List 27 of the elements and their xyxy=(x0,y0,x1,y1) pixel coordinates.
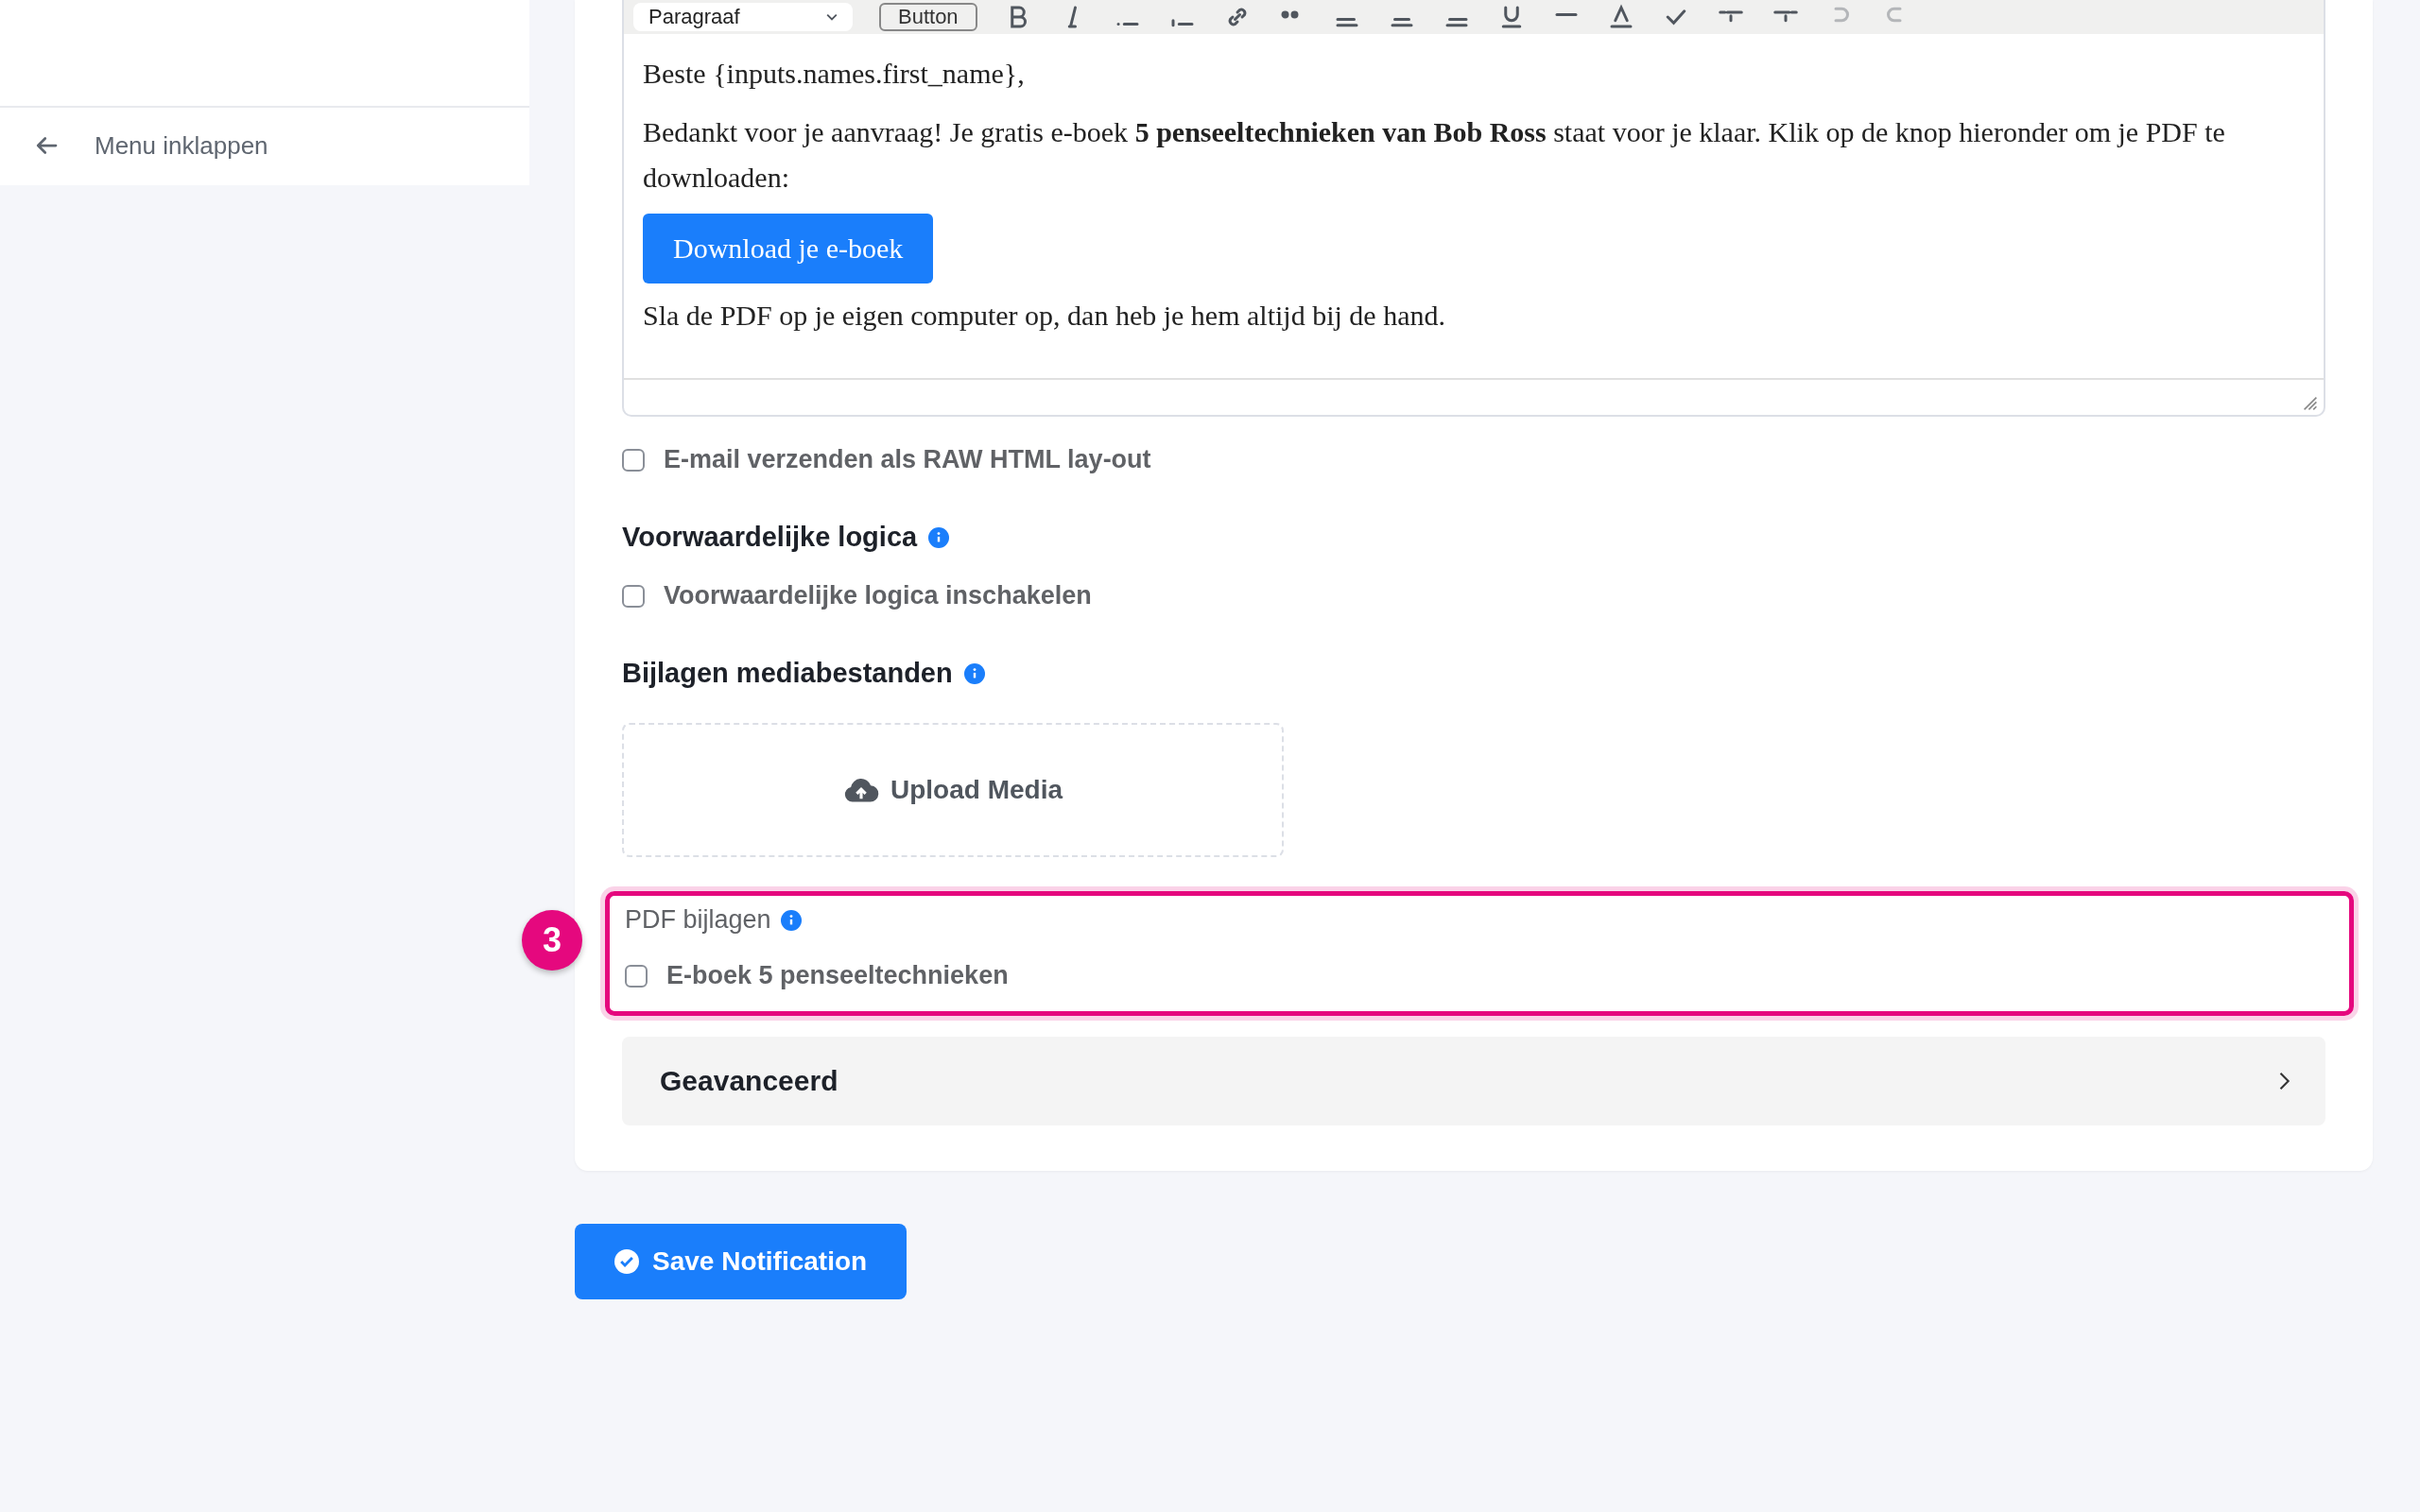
conditional-logic-checkbox[interactable] xyxy=(622,584,645,608)
intro-paragraph: Bedankt voor je aanvraag! Je gratis e-boek 5 penseeltechnieken van Bob Ross staat voor je klaar. Klik op de knop hieronder om je PDF te downloaden: xyxy=(643,115,2226,195)
step-number-badge: 3 xyxy=(522,910,582,971)
download-button[interactable]: Download je e-boek xyxy=(643,214,934,284)
check-circle-icon xyxy=(614,1249,639,1274)
info-icon[interactable] xyxy=(963,662,985,684)
caret-icon xyxy=(826,13,838,21)
upload-media-button[interactable]: Upload Media xyxy=(622,723,1284,857)
format-select[interactable]: Paragraaf xyxy=(633,3,853,31)
field-label: PDF bijlagen xyxy=(625,905,771,935)
info-icon[interactable] xyxy=(928,526,950,548)
checkbox-label: Voorwaardelijke logica inschakelen xyxy=(664,581,1092,610)
insert-button-button[interactable]: Button xyxy=(879,3,977,31)
greeting-text: Beste {inputs.names.first_name}, xyxy=(643,57,1026,91)
advanced-section-header[interactable]: Geavanceerd xyxy=(622,1037,2325,1125)
save-notification-button[interactable]: Save Notification xyxy=(575,1224,908,1299)
raw-html-checkbox[interactable] xyxy=(622,448,645,472)
checkbox-label: E-boek 5 penseeltechnieken xyxy=(666,961,1009,990)
cloud-upload-icon xyxy=(843,777,879,803)
section-heading: Bijlagen mediabestanden xyxy=(622,658,953,689)
closing-paragraph: Sla de PDF op je eigen computer op, dan heb je hem altijd bij de hand. xyxy=(643,299,1446,333)
collapse-menu-link[interactable]: Menu inklappen xyxy=(0,108,529,183)
info-icon[interactable] xyxy=(780,909,802,931)
resize-handle-icon[interactable] xyxy=(2303,396,2318,411)
checkbox-label: E-mail verzenden als RAW HTML lay-out xyxy=(664,445,1151,474)
pdf-checkbox[interactable] xyxy=(625,964,648,988)
section-heading: Voorwaardelijke logica xyxy=(622,522,918,553)
